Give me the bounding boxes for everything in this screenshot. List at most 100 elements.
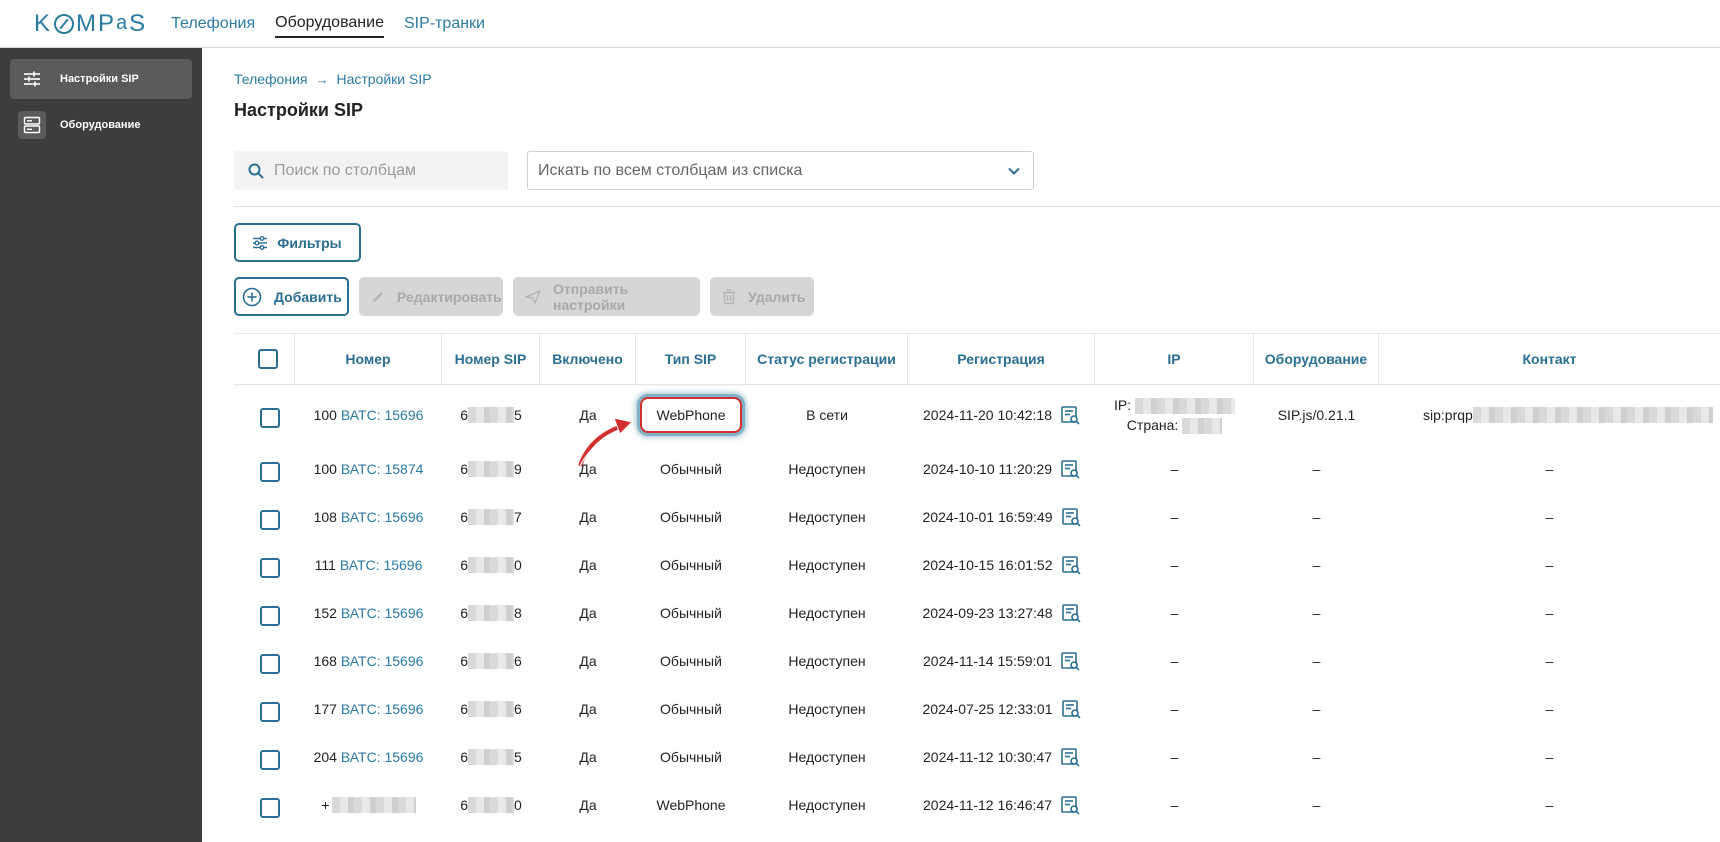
number-cell: 168 ВАТС: 15696 [295, 637, 442, 685]
ats-link[interactable]: ВАТС: 15696 [341, 407, 424, 423]
send-icon [525, 289, 541, 304]
nav-equipment[interactable]: Оборудование [275, 10, 384, 38]
column-select-value: Искать по всем столбцам из списка [538, 161, 803, 179]
registration-time: 2024-11-12 16:46:47 [923, 797, 1052, 813]
delete-label: Удалить [748, 288, 806, 305]
equipment-cell: – [1312, 749, 1321, 765]
row-checkbox[interactable] [259, 606, 280, 626]
table-row[interactable]: +6 0 Да WebPhone Недоступен 2024-11-12 16:46:… [234, 781, 1720, 829]
header-reg-status[interactable]: Статус регистрации [746, 334, 908, 384]
ats-link[interactable]: ВАТС: 15696 [341, 509, 424, 525]
header-number[interactable]: Номер [295, 334, 442, 384]
filters-button[interactable]: Фильтры [234, 223, 361, 262]
registration-log-icon[interactable] [1061, 699, 1081, 719]
row-checkbox[interactable] [259, 750, 280, 770]
search-input[interactable] [274, 161, 494, 180]
header-ip[interactable]: IP [1095, 334, 1254, 384]
row-checkbox[interactable] [259, 408, 280, 428]
send-settings-button[interactable]: Отправить настройки [513, 277, 700, 316]
table-row[interactable]: 111 ВАТС: 15696 6 0 Да Обычный Недоступен 2024-… [234, 541, 1720, 589]
kompas-logo[interactable]: K MP a S [34, 0, 147, 48]
header-sip-type[interactable]: Тип SIP [636, 334, 746, 384]
breadcrumb-parent[interactable]: Телефония [234, 71, 307, 87]
registration-log-icon[interactable] [1060, 795, 1080, 815]
search-field[interactable] [234, 151, 508, 190]
enabled-cell: Да [579, 797, 597, 813]
sip-type: Обычный [660, 557, 722, 573]
reg-status-cell: Недоступен [788, 509, 866, 525]
delete-button[interactable]: Удалить [710, 277, 814, 316]
header-registration[interactable]: Регистрация [908, 334, 1095, 384]
table-row[interactable]: 100 ВАТС: 15696 6 5 Да WebPhone В сети 2024-11-… [234, 385, 1720, 445]
row-select-cell [234, 733, 295, 781]
contact-cell: – [1545, 605, 1554, 621]
row-checkbox[interactable] [259, 558, 280, 578]
top-nav: Телефония Оборудование SIP-транки [171, 0, 505, 48]
ats-link[interactable]: ВАТС: 15696 [341, 701, 424, 717]
send-settings-label: Отправить настройки [553, 280, 629, 313]
registration-log-icon[interactable] [1061, 603, 1081, 623]
ats-link[interactable]: ВАТС: 15696 [341, 653, 424, 669]
row-checkbox[interactable] [259, 798, 280, 818]
sip-number-cell: 66 [442, 637, 540, 685]
row-select-cell [234, 445, 295, 493]
row-number: 177 [313, 701, 337, 717]
row-checkbox[interactable] [259, 654, 280, 674]
header-equipment[interactable]: Оборудование [1254, 334, 1379, 384]
equipment-cell: – [1312, 557, 1321, 573]
row-checkbox[interactable] [259, 510, 280, 530]
header-sip-number[interactable]: Номер SIP [442, 334, 540, 384]
column-select[interactable]: Искать по всем столбцам из списка [527, 151, 1034, 190]
edit-button[interactable]: Редактировать [359, 277, 503, 316]
table-row[interactable]: 204 ВАТС: 15696 6 5 Да Обычный Недоступен 2024-… [234, 733, 1720, 781]
sip-prefix: 6 [460, 797, 468, 813]
registration-log-icon[interactable] [1060, 747, 1080, 767]
table-row[interactable]: 108 ВАТС: 15696 6 7 Да Обычный Недоступен 2024-… [234, 493, 1720, 541]
ats-link[interactable]: ВАТС: 15696 [341, 749, 424, 765]
row-checkbox[interactable] [259, 702, 280, 722]
sip-type-cell: Обычный [636, 685, 746, 733]
equipment-cell: SIP.js/0.21.1 [1277, 407, 1356, 423]
sidebar-item-sip-settings[interactable]: Настройки SIP [10, 59, 192, 99]
sip-prefix: 6 [460, 653, 468, 669]
registration-log-icon[interactable] [1061, 555, 1081, 575]
select-all-checkbox[interactable] [258, 349, 278, 369]
registration-log-icon[interactable] [1060, 405, 1080, 425]
sidebar-item-equipment[interactable]: Оборудование [10, 105, 192, 145]
table-row[interactable]: 177 ВАТС: 15696 6 6 Да Обычный Недоступен 2024-… [234, 685, 1720, 733]
ats-link[interactable]: ВАТС: 15696 [340, 557, 423, 573]
nav-sip-trunks[interactable]: SIP-транки [404, 11, 485, 37]
sip-suffix: 6 [514, 653, 522, 669]
registration-log-icon[interactable] [1060, 651, 1080, 671]
edit-label: Редактировать [397, 288, 502, 305]
sip-type: WebPhone [656, 797, 726, 813]
registration-time: 2024-11-14 15:59:01 [923, 653, 1052, 669]
registration-log-icon[interactable] [1060, 459, 1080, 479]
ip-cell: IP: Страна: [1095, 385, 1254, 445]
registration-log-icon[interactable] [1061, 507, 1081, 527]
ip-cell: – [1170, 557, 1179, 573]
nav-telephony[interactable]: Телефония [171, 11, 255, 37]
redacted-text [468, 557, 514, 573]
sip-number-cell: 68 [442, 589, 540, 637]
ats-link[interactable]: ВАТС: 15696 [341, 605, 424, 621]
table-row[interactable]: 168 ВАТС: 15696 6 6 Да Обычный Недоступен 2024-… [234, 637, 1720, 685]
ip-cell: – [1170, 605, 1179, 621]
breadcrumb-current[interactable]: Настройки SIP [336, 71, 431, 87]
reg-status-cell: Недоступен [788, 605, 866, 621]
ip-cell: – [1170, 461, 1179, 477]
sip-type-cell: Обычный [636, 589, 746, 637]
header-contact[interactable]: Контакт [1379, 334, 1720, 384]
table-row[interactable]: 100 ВАТС: 15874 6 9 Да Обычный Недоступен 2024-… [234, 445, 1720, 493]
add-button[interactable]: Добавить [234, 277, 349, 316]
sip-suffix: 0 [514, 557, 522, 573]
redacted-text [1135, 398, 1235, 415]
sip-type-highlight: WebPhone [640, 397, 742, 433]
sip-type-cell: Обычный [636, 637, 746, 685]
sip-number-cell: 67 [442, 493, 540, 541]
table-row[interactable]: 152 ВАТС: 15696 6 8 Да Обычный Недоступен 2024-… [234, 589, 1720, 637]
ats-link[interactable]: ВАТС: 15874 [341, 461, 424, 477]
row-checkbox[interactable] [259, 462, 280, 482]
sip-suffix: 7 [514, 509, 522, 525]
header-enabled[interactable]: Включено [540, 334, 636, 384]
